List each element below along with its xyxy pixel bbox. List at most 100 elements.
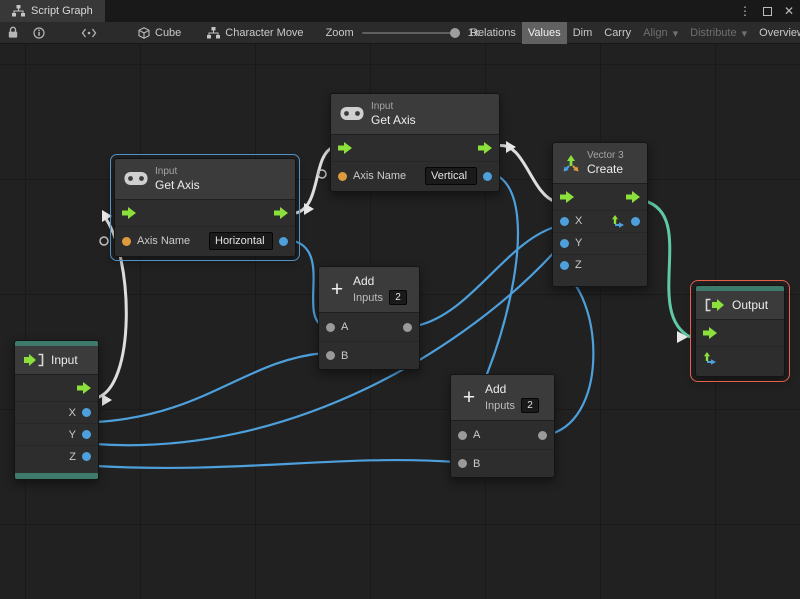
graph-output-icon bbox=[705, 298, 725, 312]
axis-name-input-port[interactable] bbox=[122, 236, 131, 246]
carry-button[interactable]: Carry bbox=[598, 22, 637, 44]
unconnected-port-ring[interactable] bbox=[99, 236, 109, 246]
close-icon[interactable]: ✕ bbox=[784, 4, 794, 18]
wire-data-add2-to-vector3-z[interactable] bbox=[550, 269, 595, 436]
axis-name-input-port[interactable] bbox=[338, 171, 347, 181]
wire-flow-vector3-to-output[interactable] bbox=[644, 199, 691, 339]
wire-data-add1-to-vector3-x[interactable] bbox=[415, 224, 559, 328]
wire-data-input-z-to-add2-b[interactable] bbox=[94, 459, 457, 469]
relations-button[interactable]: Relations bbox=[464, 22, 522, 44]
flow-out-port[interactable] bbox=[77, 382, 91, 394]
node-add-2[interactable]: + Add Inputs A B bbox=[450, 374, 555, 479]
dim-button[interactable]: Dim bbox=[567, 22, 599, 44]
lock-button[interactable] bbox=[0, 22, 26, 43]
node-graph-output[interactable]: Output bbox=[690, 279, 790, 383]
node-header[interactable]: Input bbox=[15, 346, 98, 376]
z-output-port[interactable] bbox=[82, 452, 91, 462]
y-input-port[interactable] bbox=[560, 238, 569, 248]
distribute-button[interactable]: Distribute ▾ bbox=[684, 22, 753, 44]
node-get-axis-vertical[interactable]: Input Get Axis Axis Name bbox=[330, 93, 500, 192]
flow-in-port[interactable] bbox=[703, 327, 717, 339]
node-title: Get Axis bbox=[371, 112, 416, 127]
window-controls: ⋮ ✕ bbox=[739, 0, 794, 22]
flow-out-port[interactable] bbox=[478, 142, 492, 154]
port-b-label: B bbox=[473, 457, 481, 470]
port-a-label: A bbox=[341, 321, 349, 334]
port-y-label: Y bbox=[68, 428, 76, 441]
node-add-1[interactable]: + Add Inputs A B bbox=[318, 266, 420, 371]
cube-icon bbox=[138, 27, 150, 39]
node-header[interactable]: + Add Inputs bbox=[451, 375, 554, 422]
values-button[interactable]: Values bbox=[521, 22, 567, 44]
chevron-down-icon: ▾ bbox=[672, 27, 679, 40]
sum-output-port[interactable] bbox=[538, 430, 547, 440]
cube-breadcrumb[interactable]: Cube bbox=[132, 22, 187, 43]
xyz-axis-icon bbox=[611, 214, 625, 228]
node-header[interactable]: Output bbox=[696, 291, 784, 321]
overview-button[interactable]: Overview bbox=[753, 22, 800, 44]
axis-name-label: Axis Name bbox=[353, 170, 407, 183]
input-b-port[interactable] bbox=[326, 351, 335, 361]
node-header[interactable]: Input Get Axis bbox=[115, 159, 295, 200]
graph-input-icon bbox=[24, 353, 44, 367]
inputs-count-field[interactable] bbox=[520, 398, 539, 414]
node-header[interactable]: + Add Inputs bbox=[319, 267, 419, 314]
input-node-band bbox=[15, 473, 98, 480]
node-vector3-create[interactable]: Vector 3 Create X Y Z bbox=[552, 142, 648, 287]
port-x-label: X bbox=[575, 215, 583, 228]
flow-out-port[interactable] bbox=[274, 207, 288, 219]
y-output-port[interactable] bbox=[82, 430, 91, 440]
vector-output-port[interactable] bbox=[631, 216, 640, 226]
wire-data-input-x-to-add1-b[interactable] bbox=[94, 351, 325, 424]
port-x-label: X bbox=[68, 406, 76, 419]
x-input-port[interactable] bbox=[560, 216, 569, 226]
result-output-port[interactable] bbox=[279, 236, 288, 246]
input-a-port[interactable] bbox=[458, 430, 467, 440]
flow-in-port[interactable] bbox=[122, 207, 136, 219]
script-graph-icon bbox=[12, 5, 25, 17]
tab-title: Script Graph bbox=[31, 5, 93, 17]
node-category: Vector 3 bbox=[587, 150, 624, 161]
info-button[interactable] bbox=[26, 22, 52, 43]
wire-flow-getaxis-vertical-to-vector3[interactable] bbox=[496, 144, 557, 204]
node-get-axis-horizontal[interactable]: Input Get Axis Axis Name bbox=[110, 154, 300, 261]
align-button[interactable]: Align ▾ bbox=[637, 22, 684, 44]
zoom-slider[interactable] bbox=[361, 27, 460, 38]
node-header[interactable]: Input Get Axis bbox=[331, 94, 499, 135]
flow-in-port[interactable] bbox=[338, 142, 352, 154]
node-title: Add bbox=[353, 274, 375, 288]
menu-icon[interactable]: ⋮ bbox=[739, 4, 751, 18]
axis-name-field[interactable] bbox=[209, 232, 273, 251]
lock-icon bbox=[7, 26, 19, 39]
result-output-port[interactable] bbox=[483, 171, 492, 181]
node-title: Add bbox=[485, 382, 507, 396]
xyz-axis-icon bbox=[703, 351, 717, 365]
z-input-port[interactable] bbox=[560, 260, 569, 270]
port-z-label: Z bbox=[575, 259, 582, 272]
flow-out-port[interactable] bbox=[626, 191, 640, 203]
vector3-icon bbox=[562, 154, 580, 172]
node-category: Input bbox=[155, 166, 178, 177]
input-b-port[interactable] bbox=[458, 459, 467, 469]
maximize-icon[interactable] bbox=[762, 6, 772, 16]
zoom-slider-knob[interactable] bbox=[449, 27, 460, 38]
node-header[interactable]: Vector 3 Create bbox=[553, 143, 647, 184]
tab-script-graph[interactable]: Script Graph bbox=[0, 0, 105, 22]
gamepad-icon bbox=[124, 171, 148, 186]
graph-toolbar: Cube Character Move Zoom 1x Relations Va… bbox=[0, 22, 800, 44]
code-brackets-icon bbox=[81, 28, 97, 38]
node-title: Create bbox=[587, 161, 624, 176]
node-graph-input[interactable]: Input X Y Z bbox=[14, 340, 99, 481]
node-title: Get Axis bbox=[155, 177, 200, 192]
character-move-breadcrumb[interactable]: Character Move bbox=[201, 22, 309, 43]
insert-unit-button[interactable] bbox=[74, 22, 104, 43]
graph-canvas[interactable]: Input Get Axis Axis Name Input G bbox=[0, 44, 800, 599]
input-a-port[interactable] bbox=[326, 322, 335, 332]
wire-flow-getaxis-horizontal-to-vertical[interactable] bbox=[295, 145, 335, 215]
x-output-port[interactable] bbox=[82, 408, 91, 418]
inputs-count-field[interactable] bbox=[388, 290, 407, 306]
chevron-down-icon: ▾ bbox=[741, 27, 748, 40]
sum-output-port[interactable] bbox=[403, 322, 412, 332]
axis-name-field[interactable] bbox=[425, 167, 477, 186]
flow-in-port[interactable] bbox=[560, 191, 574, 203]
